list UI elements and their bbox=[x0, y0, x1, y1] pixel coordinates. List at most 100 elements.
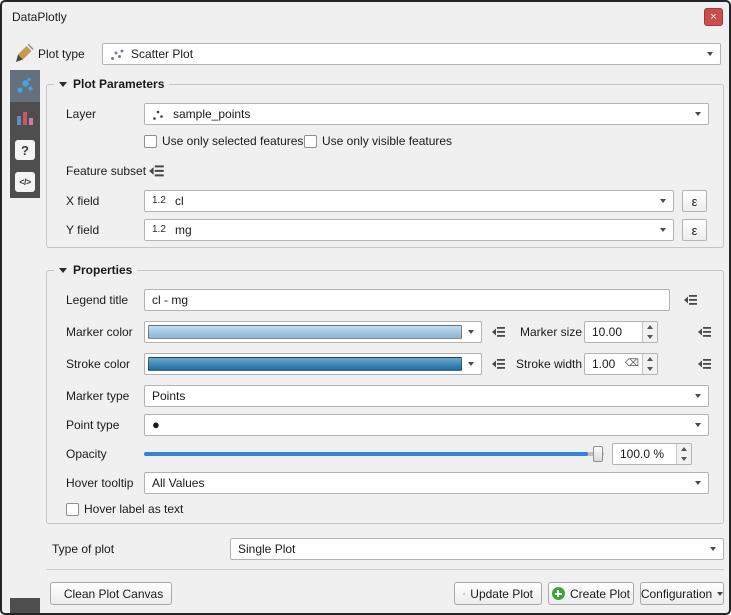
y-field-value: mg bbox=[175, 220, 192, 240]
y-field-combobox[interactable]: 1.2 mg bbox=[144, 219, 674, 241]
marker-type-label: Marker type bbox=[66, 385, 129, 407]
collapse-arrow-icon bbox=[59, 82, 67, 87]
stroke-color-data-defined-button[interactable] bbox=[488, 354, 510, 374]
opacity-spinbox[interactable]: 100.0 % bbox=[612, 443, 692, 465]
properties-header[interactable]: Properties bbox=[54, 262, 137, 278]
marker-type-combobox[interactable]: Points bbox=[144, 385, 709, 407]
marker-color-button[interactable] bbox=[144, 321, 482, 343]
spin-up-button[interactable] bbox=[677, 444, 691, 454]
marker-color-swatch bbox=[148, 325, 462, 339]
dropdown-arrow-icon bbox=[707, 52, 713, 56]
marker-size-spinbox[interactable]: 10.00 bbox=[584, 321, 658, 343]
marker-size-label: Marker size bbox=[520, 321, 582, 343]
layer-label: Layer bbox=[66, 103, 96, 125]
update-plot-button[interactable]: Update Plot bbox=[454, 582, 542, 605]
type-of-plot-value: Single Plot bbox=[238, 539, 295, 559]
point-layer-icon bbox=[151, 108, 165, 122]
dropdown-arrow-icon bbox=[660, 228, 666, 232]
help-icon: ? bbox=[15, 140, 35, 160]
dropdown-arrow-icon bbox=[695, 481, 701, 485]
spin-down-button[interactable] bbox=[677, 454, 691, 464]
hover-tooltip-label: Hover tooltip bbox=[66, 472, 133, 494]
create-plot-label: Create Plot bbox=[570, 587, 630, 601]
data-defined-icon bbox=[148, 162, 166, 180]
layer-value: sample_points bbox=[173, 104, 250, 124]
collapse-arrow-icon bbox=[59, 268, 67, 273]
use-visible-checkbox[interactable]: Use only visible features bbox=[304, 133, 452, 149]
marker-size-data-defined-button[interactable] bbox=[694, 322, 716, 342]
data-defined-icon bbox=[697, 324, 713, 340]
spin-buttons bbox=[642, 354, 657, 374]
feature-subset-expression-button[interactable] bbox=[144, 160, 170, 182]
slider-handle[interactable] bbox=[593, 446, 603, 462]
x-field-combobox[interactable]: 1.2 cl bbox=[144, 190, 674, 212]
hover-label-checkbox[interactable]: Hover label as text bbox=[66, 501, 183, 517]
opacity-label: Opacity bbox=[66, 443, 107, 465]
footer-separator bbox=[46, 569, 724, 570]
scatter-plot-icon bbox=[109, 47, 125, 63]
spin-down-button[interactable] bbox=[643, 332, 657, 342]
x-field-value: cl bbox=[175, 191, 184, 211]
checkbox-icon bbox=[66, 503, 79, 516]
type-of-plot-label: Type of plot bbox=[52, 538, 114, 560]
titlebar[interactable]: DataPlotly bbox=[2, 2, 729, 32]
create-plot-button[interactable]: Create Plot bbox=[548, 582, 634, 605]
window-title: DataPlotly bbox=[12, 10, 67, 24]
stroke-color-button[interactable] bbox=[144, 353, 482, 375]
spin-up-button[interactable] bbox=[643, 322, 657, 332]
sidebar-tab-help[interactable]: ? bbox=[10, 134, 40, 166]
hover-tooltip-value: All Values bbox=[152, 473, 204, 493]
plot-type-combobox[interactable]: Scatter Plot bbox=[102, 43, 721, 65]
sidebar-tab-plot[interactable] bbox=[10, 70, 40, 102]
data-defined-icon bbox=[683, 292, 699, 308]
dropdown-arrow-icon bbox=[717, 592, 723, 596]
plot-parameters-header[interactable]: Plot Parameters bbox=[54, 76, 169, 92]
legend-title-value: cl - mg bbox=[152, 290, 188, 310]
marker-color-data-defined-button[interactable] bbox=[488, 322, 510, 342]
close-button[interactable]: × bbox=[704, 8, 723, 26]
stroke-width-data-defined-button[interactable] bbox=[694, 354, 716, 374]
hover-tooltip-combobox[interactable]: All Values bbox=[144, 472, 709, 494]
properties-title: Properties bbox=[73, 263, 132, 277]
plus-icon bbox=[552, 587, 565, 600]
slider-fill bbox=[144, 452, 588, 456]
legend-title-label: Legend title bbox=[66, 289, 128, 311]
x-field-expression-button[interactable]: ε bbox=[682, 190, 707, 212]
clear-button[interactable]: ⌫ bbox=[625, 354, 639, 374]
update-plot-label: Update Plot bbox=[470, 587, 533, 601]
decimal-field-icon: 1.2 bbox=[152, 220, 166, 240]
legend-title-data-defined-button[interactable] bbox=[680, 290, 702, 310]
spin-down-button[interactable] bbox=[643, 364, 657, 374]
stroke-width-spinbox[interactable]: 1.00 ⌫ bbox=[584, 353, 658, 375]
spin-buttons bbox=[642, 322, 657, 342]
dropdown-arrow-icon bbox=[695, 394, 701, 398]
marker-size-value: 10.00 bbox=[592, 322, 622, 342]
data-defined-icon bbox=[697, 356, 713, 372]
sidebar: ? </> bbox=[10, 70, 40, 198]
opacity-slider[interactable] bbox=[144, 443, 604, 465]
use-selected-label: Use only selected features bbox=[162, 134, 303, 148]
legend-title-input[interactable]: cl - mg bbox=[144, 289, 670, 311]
sidebar-bottom-block bbox=[10, 598, 40, 613]
dropdown-arrow-icon bbox=[468, 330, 474, 334]
sidebar-tab-code[interactable]: </> bbox=[10, 166, 40, 198]
type-of-plot-combobox[interactable]: Single Plot bbox=[230, 538, 724, 560]
stroke-color-swatch bbox=[148, 357, 462, 371]
use-selected-checkbox[interactable]: Use only selected features bbox=[144, 133, 303, 149]
layer-combobox[interactable]: sample_points bbox=[144, 103, 709, 125]
y-field-expression-button[interactable]: ε bbox=[682, 219, 707, 241]
point-type-label: Point type bbox=[66, 414, 119, 436]
bar-chart-icon bbox=[15, 108, 35, 128]
point-type-combobox[interactable]: ● bbox=[144, 414, 709, 436]
hover-label-text: Hover label as text bbox=[84, 502, 183, 516]
plot-type-label: Plot type bbox=[38, 43, 85, 65]
plot-parameters-title: Plot Parameters bbox=[73, 77, 164, 91]
code-icon: </> bbox=[15, 172, 35, 192]
configuration-button[interactable]: Configuration bbox=[640, 582, 724, 605]
spin-up-button[interactable] bbox=[643, 354, 657, 364]
paintbrush-icon bbox=[14, 44, 34, 64]
clean-plot-canvas-button[interactable]: Clean Plot Canvas bbox=[50, 582, 172, 605]
sidebar-tab-plot-properties[interactable] bbox=[10, 102, 40, 134]
stroke-width-value: 1.00 bbox=[592, 354, 615, 374]
dataplotly-window: DataPlotly × Plot type Scatter Plot bbox=[0, 0, 731, 615]
